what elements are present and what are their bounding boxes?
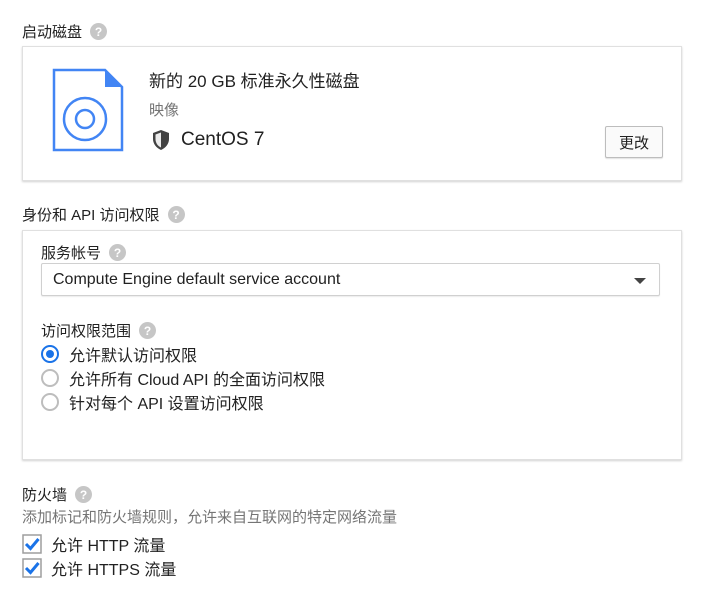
checkbox-checked-icon[interactable] — [22, 558, 42, 578]
scope-option-label: 针对每个 API 设置访问权限 — [69, 396, 264, 413]
scope-option-label: 允许所有 Cloud API 的全面访问权限 — [69, 372, 326, 389]
scope-option-full[interactable]: 允许所有 Cloud API 的全面访问权限 — [41, 366, 325, 390]
os-name: CentOS 7 — [181, 129, 265, 150]
boot-disk-card: 新的 20 GB 标准永久性磁盘 映像 CentOS 7 更改 — [22, 46, 682, 181]
help-icon[interactable]: ? — [167, 206, 185, 223]
boot-disk-title-text: 启动磁盘 — [22, 24, 83, 41]
service-account-select[interactable]: Compute Engine default service account — [41, 263, 660, 296]
change-disk-button[interactable]: 更改 — [605, 126, 663, 158]
firewall-description: 添加标记和防火墙规则，允许来自互联网的特定网络流量 — [22, 509, 398, 526]
scope-option-label: 允许默认访问权限 — [69, 348, 198, 365]
allow-https-checkbox[interactable]: 允许 HTTPS 流量 — [22, 556, 176, 580]
identity-card: 服务帐号 ? Compute Engine default service ac… — [22, 230, 682, 460]
access-scope-label-text: 访问权限范围 — [41, 323, 132, 340]
allow-http-checkbox[interactable]: 允许 HTTP 流量 — [22, 532, 165, 556]
os-row: CentOS 7 — [151, 129, 264, 151]
disk-image-icon — [52, 68, 124, 152]
checkbox-checked-icon[interactable] — [22, 534, 42, 554]
identity-title: 身份和 API 访问权限 ? — [22, 204, 185, 225]
radio-icon[interactable] — [41, 369, 59, 387]
boot-disk-title: 启动磁盘 ? — [22, 21, 108, 42]
service-account-value: Compute Engine default service account — [53, 270, 341, 288]
shield-icon — [153, 130, 169, 150]
help-icon[interactable]: ? — [109, 244, 127, 261]
allow-https-label: 允许 HTTPS 流量 — [51, 562, 177, 579]
allow-http-label: 允许 HTTP 流量 — [51, 538, 166, 555]
identity-title-text: 身份和 API 访问权限 — [22, 207, 160, 224]
firewall-title-text: 防火墙 — [22, 487, 68, 504]
chevron-down-icon — [634, 278, 646, 284]
scope-option-default[interactable]: 允许默认访问权限 — [41, 342, 197, 366]
service-account-label: 服务帐号 ? — [41, 242, 127, 263]
access-scope-label: 访问权限范围 ? — [41, 320, 157, 341]
image-label: 映像 — [149, 102, 180, 119]
radio-icon[interactable] — [41, 393, 59, 411]
firewall-title: 防火墙 ? — [22, 484, 93, 505]
help-icon[interactable]: ? — [75, 486, 93, 503]
help-icon[interactable]: ? — [90, 23, 108, 40]
disk-name: 新的 20 GB 标准永久性磁盘 — [149, 72, 360, 91]
service-account-label-text: 服务帐号 — [41, 245, 102, 262]
scope-option-per-api[interactable]: 针对每个 API 设置访问权限 — [41, 390, 264, 414]
help-icon[interactable]: ? — [139, 322, 157, 339]
radio-selected-icon[interactable] — [41, 345, 59, 363]
